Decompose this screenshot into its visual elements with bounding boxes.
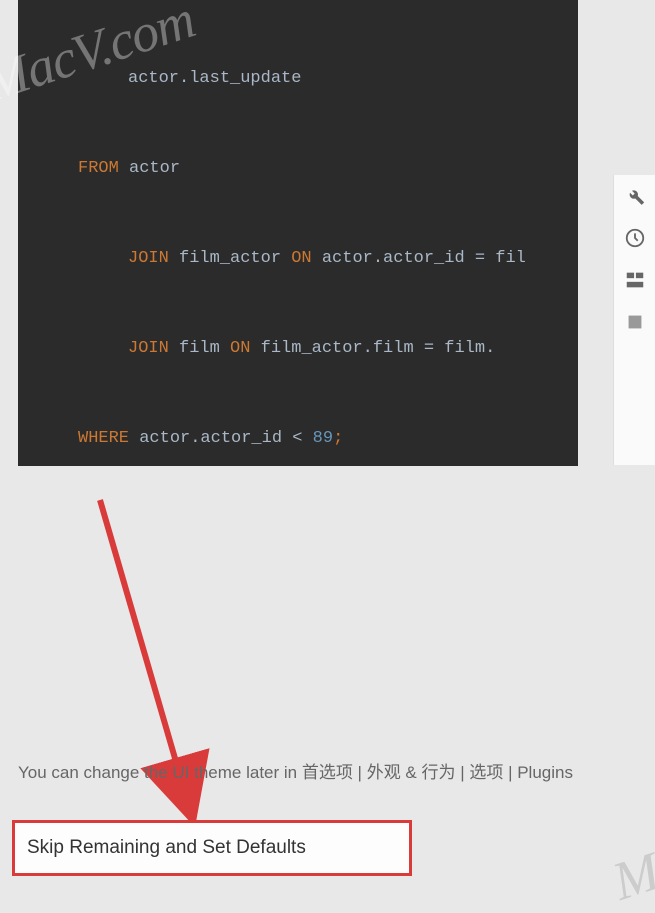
- wrench-icon[interactable]: [624, 185, 646, 207]
- hint-text: You can change the UI theme later in 首选项…: [18, 760, 655, 786]
- code-text: actor.last_update: [128, 69, 301, 88]
- keyword-where: WHERE: [78, 429, 129, 448]
- annotation-arrow: [60, 490, 260, 840]
- skip-defaults-button[interactable]: Skip Remaining and Set Defaults: [27, 837, 306, 859]
- keyword-on: ON: [291, 249, 311, 268]
- keyword-on: ON: [230, 339, 250, 358]
- stop-icon[interactable]: [624, 311, 646, 333]
- keyword-join: JOIN: [128, 339, 169, 358]
- highlighted-button-frame: Skip Remaining and Set Defaults: [12, 820, 412, 876]
- right-tool-strip: [613, 175, 655, 465]
- layout-icon[interactable]: [624, 269, 646, 291]
- watermark: Ma: [605, 831, 655, 912]
- keyword-from: FROM: [78, 159, 119, 178]
- ide-panel: actor.last_update FROM actor JOIN film_a…: [18, 0, 578, 466]
- keyword-join: JOIN: [128, 249, 169, 268]
- history-icon[interactable]: [624, 227, 646, 249]
- sql-editor[interactable]: actor.last_update FROM actor JOIN film_a…: [18, 0, 578, 466]
